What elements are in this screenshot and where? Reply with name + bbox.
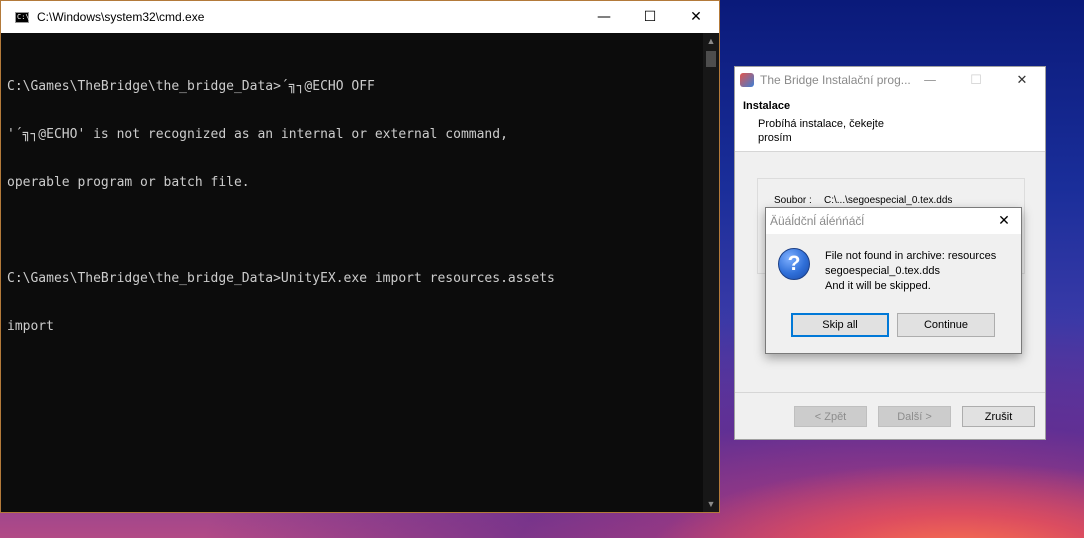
footer-divider: [735, 392, 1045, 393]
dialog-message: File not found in archive: resources seg…: [825, 249, 1020, 294]
file-label: Soubor :: [774, 195, 812, 206]
console-line: C:\Games\TheBridge\the_bridge_Data>Unity…: [7, 271, 555, 286]
minimize-icon: —: [923, 72, 937, 88]
dialog-message-line: File not found in archive: resources: [825, 250, 997, 262]
console-line: '´╗┐@ECHO' is not recognized as an inter…: [7, 127, 508, 142]
maximize-icon: ☐: [970, 72, 982, 88]
dialog-title-bar[interactable]: Äüáĺdčnĺ áĺéńńáčĺ ✕: [766, 208, 1021, 234]
installer-header: Instalace Probíhá instalace, čekejte pro…: [735, 93, 1045, 152]
cmd-title-bar[interactable]: C:\ C:\Windows\system32\cmd.exe — ☐ ✕: [1, 1, 719, 33]
console-line: operable program or batch file.: [7, 175, 250, 190]
maximize-icon: ☐: [643, 9, 657, 25]
close-icon: ✕: [998, 213, 1010, 229]
skip-all-button[interactable]: Skip all: [791, 313, 889, 337]
installer-header-subtitle: Probíhá instalace, čekejte prosím: [758, 118, 884, 144]
dialog-close-button[interactable]: ✕: [987, 208, 1021, 234]
maximize-button[interactable]: ☐: [627, 1, 673, 33]
minimize-button[interactable]: —: [581, 1, 627, 33]
installer-app-icon: [740, 73, 754, 87]
console-line: import: [7, 319, 54, 334]
console-line: C:\Games\TheBridge\the_bridge_Data>´╗┐@E…: [7, 79, 375, 94]
scroll-down-icon[interactable]: ▼: [703, 496, 719, 512]
installer-header-title: Instalace: [743, 100, 791, 112]
installer-window-title: The Bridge Instalační prog...: [760, 73, 911, 87]
cmd-window-title: C:\Windows\system32\cmd.exe: [37, 10, 205, 24]
question-icon: ?: [778, 248, 810, 280]
dialog-message-line: segoespecial_0.tex.dds: [825, 265, 940, 277]
close-icon: ✕: [1016, 72, 1028, 88]
cmd-window[interactable]: C:\ C:\Windows\system32\cmd.exe — ☐ ✕ C:…: [0, 0, 720, 513]
installer-maximize-button: ☐: [953, 67, 999, 93]
back-button: < Zpět: [794, 406, 867, 427]
minimize-icon: —: [597, 9, 611, 25]
installer-close-button[interactable]: ✕: [999, 67, 1045, 93]
vertical-scrollbar[interactable]: ▲ ▼: [703, 33, 719, 512]
scroll-up-icon[interactable]: ▲: [703, 33, 719, 49]
file-path: C:\...\segoespecial_0.tex.dds: [824, 195, 953, 206]
dialog-title: Äüáĺdčnĺ áĺéńńáčĺ: [770, 214, 865, 228]
installer-title-bar[interactable]: The Bridge Instalační prog... — ☐ ✕: [735, 67, 1045, 93]
console-icon: C:\: [15, 11, 30, 23]
scroll-thumb[interactable]: [706, 51, 716, 67]
console-output[interactable]: C:\Games\TheBridge\the_bridge_Data>´╗┐@E…: [1, 33, 703, 512]
close-button[interactable]: ✕: [673, 1, 719, 33]
close-icon: ✕: [690, 9, 702, 25]
installer-minimize-button[interactable]: —: [907, 67, 953, 93]
dialog-message-line: And it will be skipped.: [825, 280, 931, 292]
continue-button[interactable]: Continue: [897, 313, 995, 337]
message-dialog[interactable]: Äüáĺdčnĺ áĺéńńáčĺ ✕ ? File not found in …: [765, 207, 1022, 354]
next-button: Další >: [878, 406, 951, 427]
cancel-button[interactable]: Zrušit: [962, 406, 1035, 427]
